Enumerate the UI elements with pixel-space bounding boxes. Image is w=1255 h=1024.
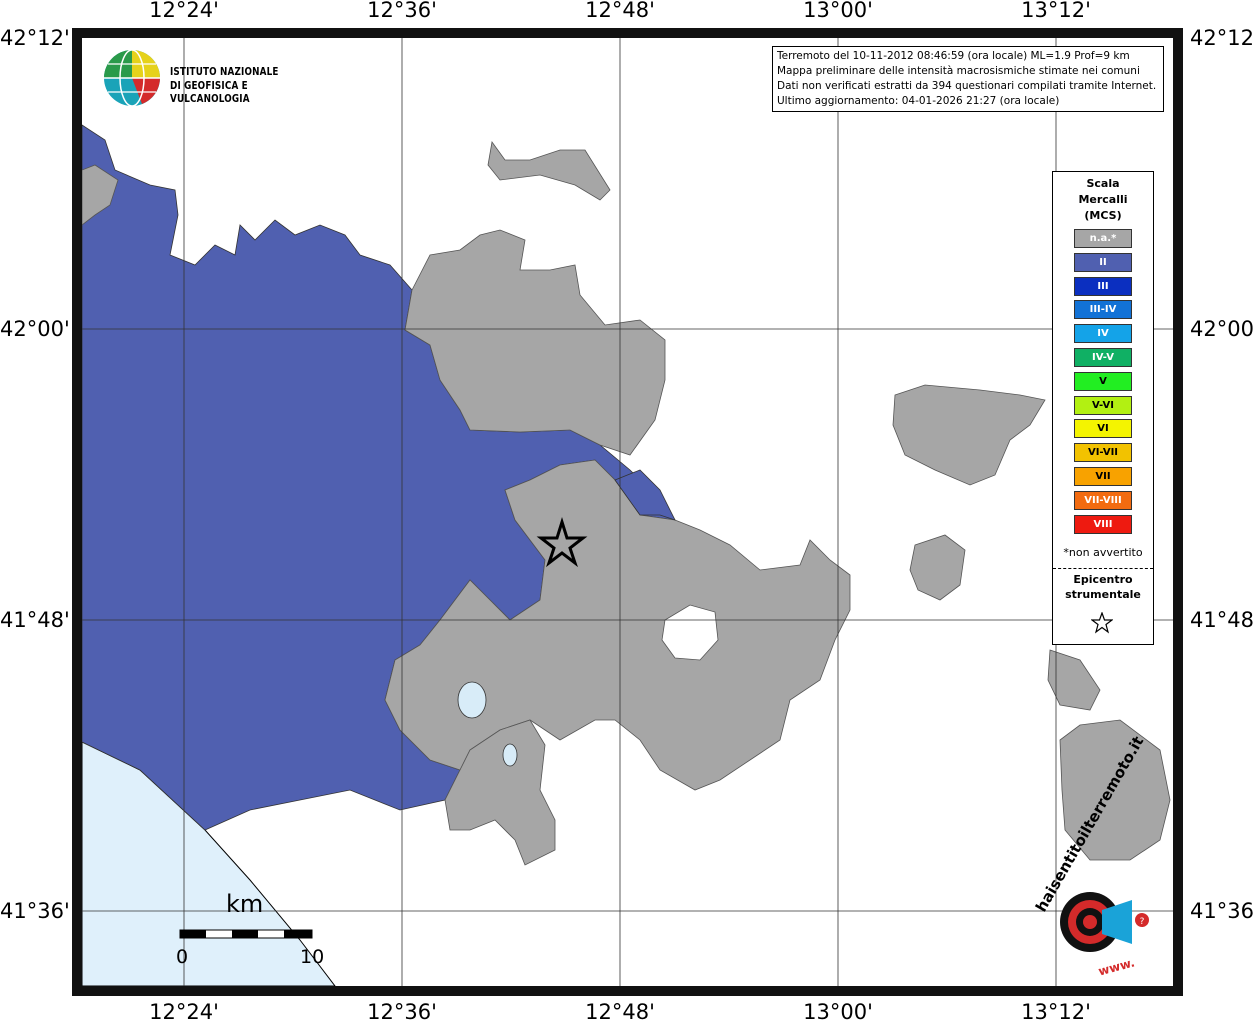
- lon-tick-top-3: 12°48': [585, 0, 655, 22]
- legend-title-1: Scala: [1086, 177, 1120, 190]
- scale-ruler: [179, 929, 313, 939]
- legend-note: *non avvertito: [1063, 546, 1143, 559]
- legend-epicenter-label: Epicentro strumentale: [1053, 572, 1153, 602]
- legend-item: V-VI: [1074, 395, 1132, 415]
- intensity-legend: Scala Mercalli (MCS) n.a.* II III III-IV IV I…: [1052, 171, 1154, 645]
- lake-albano: [457, 681, 487, 719]
- scale-bar: km 0 10: [176, 890, 326, 970]
- lake-nemi: [502, 743, 518, 767]
- lon-tick-top-5: 13°12': [1021, 0, 1091, 22]
- lat-tick-left-4: 41°36': [0, 899, 70, 923]
- legend-epicenter-line-2: strumentale: [1065, 588, 1141, 601]
- lon-tick-top-1: 12°24': [149, 0, 219, 22]
- legend-item: III: [1074, 276, 1132, 296]
- lat-tick-right-2: 42°00': [1190, 317, 1255, 341]
- legend-item: IV-V: [1074, 348, 1132, 367]
- lat-tick-right-3: 41°48': [1190, 608, 1255, 632]
- event-info-box: Terremoto del 10-11-2012 08:46:59 (ora l…: [772, 46, 1164, 112]
- legend-epicenter-line-1: Epicentro: [1073, 573, 1133, 586]
- ingv-logo: ISTITUTO NAZIONALE DI GEOFISICA E VULCAN…: [102, 48, 322, 110]
- event-info-line-2: Mappa preliminare delle intensità macros…: [777, 65, 1140, 77]
- legend-item: II: [1074, 252, 1132, 272]
- lon-tick-bottom-4: 13°00': [803, 1000, 873, 1024]
- lat-tick-left-2: 42°00': [0, 317, 70, 341]
- intensity-map: [82, 38, 1173, 986]
- event-info-line-1: Terremoto del 10-11-2012 08:46:59 (ora l…: [777, 50, 1130, 62]
- lat-tick-left-3: 41°48': [0, 608, 70, 632]
- map-area[interactable]: [82, 38, 1173, 986]
- legend-star-icon: [1091, 612, 1113, 634]
- legend-item: VIII: [1074, 514, 1132, 534]
- globe-icon: [104, 49, 160, 107]
- event-info-line-3: Dati non verificati estratti da 394 ques…: [777, 80, 1157, 92]
- legend-item: III-IV: [1074, 300, 1132, 320]
- svg-text:?: ?: [1140, 917, 1145, 927]
- zone-not-felt-east-1: [892, 384, 1046, 486]
- lon-tick-bottom-3: 12°48': [585, 1000, 655, 1024]
- legend-item: VI: [1074, 419, 1132, 439]
- legend-title: Scala Mercalli (MCS): [1053, 176, 1153, 224]
- zone-not-felt-east-2: [909, 534, 966, 601]
- lon-tick-bottom-5: 13°12': [1021, 1000, 1091, 1024]
- legend-divider: [1053, 568, 1153, 569]
- legend-title-2: Mercalli: [1078, 193, 1128, 206]
- legend-item: V: [1074, 371, 1132, 391]
- legend-title-3: (MCS): [1084, 209, 1122, 222]
- legend-item: VI-VII: [1074, 443, 1132, 463]
- lon-tick-bottom-1: 12°24': [149, 1000, 219, 1024]
- scale-unit: km: [226, 890, 264, 918]
- scale-min: 0: [176, 946, 189, 968]
- scale-max: 10: [300, 946, 325, 968]
- legend-item: VII: [1074, 467, 1132, 486]
- logo-line-2: DI GEOFISICA E VULCANOLOGIA: [170, 79, 250, 105]
- lat-tick-right-4: 41°36': [1190, 899, 1255, 923]
- event-info-line-4: Ultimo aggiornamento: 04-01-2026 21:27 (…: [777, 95, 1060, 107]
- logo-line-1: ISTITUTO NAZIONALE: [170, 65, 279, 78]
- lon-tick-top-2: 12°36': [367, 0, 437, 22]
- lat-tick-right-1: 42°12': [1190, 26, 1255, 50]
- zone-not-felt-north-island: [487, 140, 611, 201]
- lat-tick-left-1: 42°12': [0, 26, 70, 50]
- haisentito-badge[interactable]: ? haisentitoilterremoto.it www.: [1032, 733, 1152, 982]
- lon-tick-top-4: 13°00': [803, 0, 873, 22]
- legend-item: IV: [1074, 324, 1132, 344]
- legend-item: VII-VIII: [1074, 490, 1132, 510]
- legend-item: n.a.*: [1074, 229, 1132, 248]
- lon-tick-bottom-2: 12°36': [367, 1000, 437, 1024]
